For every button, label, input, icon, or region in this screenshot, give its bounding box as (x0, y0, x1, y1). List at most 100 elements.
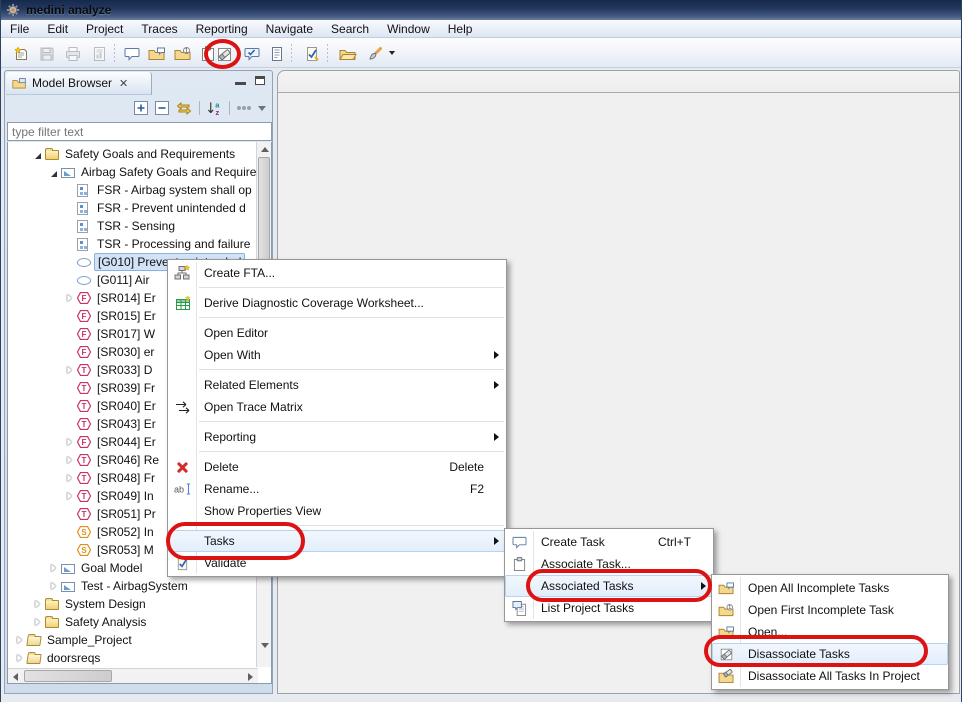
collapsed-arrow-icon[interactable] (30, 597, 45, 611)
application-window: medini analyze File Edit Project Traces … (0, 0, 962, 702)
tree-item[interactable]: Test - AirbagSystem (8, 577, 257, 595)
collapsed-arrow-icon[interactable] (62, 363, 77, 377)
menu-window[interactable]: Window (378, 21, 439, 37)
collapsed-arrow-icon[interactable] (62, 435, 77, 449)
expanded-arrow-icon[interactable] (30, 147, 45, 161)
project-folder-icon (26, 654, 41, 664)
main-toolbar: 1 (1, 38, 962, 68)
submenu-arrow-icon (701, 582, 706, 590)
save-button[interactable] (36, 43, 58, 65)
collapsed-arrow-icon[interactable] (30, 615, 45, 629)
menu-item-show-properties-view[interactable]: Show Properties View (168, 500, 506, 522)
toolbar-dropdown-icon[interactable] (389, 51, 395, 55)
open-first-task-folder-button[interactable]: 1 (172, 43, 194, 65)
menu-traces[interactable]: Traces (132, 21, 186, 37)
validate-button[interactable] (301, 43, 323, 65)
sort-alpha-icon[interactable]: a z (207, 101, 222, 116)
format-brush-button[interactable] (363, 43, 385, 65)
scroll-right-icon[interactable] (243, 669, 258, 684)
tree-item[interactable]: System Design (8, 595, 257, 613)
menu-item-open[interactable]: Open... (712, 621, 948, 643)
toolbar-separator (327, 44, 328, 62)
requirement-F-icon: F (77, 346, 91, 358)
menu-item-related-elements[interactable]: Related Elements (168, 374, 506, 396)
menu-item-validate[interactable]: Validate (168, 552, 506, 574)
svg-text:T: T (82, 456, 87, 465)
svg-text:T: T (82, 492, 87, 501)
maximize-view-icon[interactable] (255, 76, 265, 85)
associated-tasks-submenu: Open All Incomplete Tasks 1 Open First I… (711, 574, 949, 690)
print-button[interactable] (62, 43, 84, 65)
menu-item-tasks[interactable]: Tasks (168, 530, 506, 552)
menu-help[interactable]: Help (439, 21, 482, 37)
menu-item-open-editor[interactable]: Open Editor (168, 322, 506, 344)
scroll-left-icon[interactable] (8, 669, 23, 684)
diagram-icon (61, 168, 75, 178)
tree-item[interactable]: TSR - Sensing (8, 217, 257, 235)
tree-item[interactable]: FSR - Airbag system shall op (8, 181, 257, 199)
menu-item-disassociate-all-tasks[interactable]: Disassociate All Tasks In Project (712, 665, 948, 687)
expanded-arrow-icon[interactable] (46, 165, 61, 179)
report-button[interactable] (88, 43, 110, 65)
create-comment-button[interactable] (121, 43, 143, 65)
menu-item-derive-worksheet[interactable]: Derive Diagnostic Coverage Worksheet... (168, 292, 506, 314)
tree-horizontal-scrollbar[interactable] (8, 668, 258, 683)
open-task-folder-button[interactable] (146, 43, 168, 65)
collapsed-arrow-icon[interactable] (62, 471, 77, 485)
open-folder-button[interactable] (337, 43, 359, 65)
menu-item-rename[interactable]: ab Rename... F2 (168, 478, 506, 500)
collapsed-arrow-icon[interactable] (12, 633, 27, 647)
svg-text:T: T (82, 384, 87, 393)
tree-item[interactable]: Safety Analysis (8, 613, 257, 631)
menu-item-open-with[interactable]: Open With (168, 344, 506, 366)
collapsed-arrow-icon[interactable] (62, 291, 77, 305)
menu-item-create-fta[interactable]: Create FTA... (168, 262, 506, 284)
menu-item-delete[interactable]: Delete Delete (168, 456, 506, 478)
menu-reporting[interactable]: Reporting (187, 21, 257, 37)
task-list-button[interactable] (266, 43, 288, 65)
tree-item[interactable]: doorsreqs (8, 649, 257, 667)
task-eraser-button[interactable] (213, 43, 235, 65)
menu-item-open-trace-matrix[interactable]: Open Trace Matrix (168, 396, 506, 418)
collapsed-arrow-icon[interactable] (46, 579, 61, 593)
menu-file[interactable]: File (1, 21, 38, 37)
close-icon[interactable]: ✕ (119, 77, 128, 90)
task-feedback-button[interactable] (241, 43, 263, 65)
link-with-editor-icon[interactable] (176, 102, 192, 115)
tree-item[interactable]: FSR - Prevent unintended d (8, 199, 257, 217)
filter-input[interactable] (7, 122, 272, 141)
menu-item-create-task[interactable]: Create Task Ctrl+T (505, 531, 713, 553)
tree-item[interactable]: Safety Goals and Requirements (8, 145, 257, 163)
menu-item-open-first-incomplete-task[interactable]: 1 Open First Incomplete Task (712, 599, 948, 621)
scroll-down-icon[interactable] (257, 638, 272, 652)
view-menu-dropdown-icon[interactable] (258, 106, 266, 111)
collapsed-arrow-icon[interactable] (12, 651, 27, 665)
open-folder-icon (339, 47, 357, 61)
minimize-view-icon[interactable] (235, 76, 246, 85)
horizontal-scroll-thumb[interactable] (24, 670, 112, 682)
scroll-up-icon[interactable] (257, 142, 272, 156)
menu-item-open-all-incomplete-tasks[interactable]: Open All Incomplete Tasks (712, 577, 948, 599)
tree-item[interactable]: Sample_Project (8, 631, 257, 649)
view-menu-dots-icon[interactable] (237, 106, 251, 110)
menu-item-associated-tasks[interactable]: Associated Tasks (505, 575, 713, 597)
trace-matrix-icon (175, 400, 191, 415)
collapsed-arrow-icon[interactable] (62, 453, 77, 467)
tree-item[interactable]: TSR - Processing and failure (8, 235, 257, 253)
menu-search[interactable]: Search (322, 21, 378, 37)
menu-project[interactable]: Project (77, 21, 132, 37)
tree-item[interactable]: Airbag Safety Goals and Require (8, 163, 257, 181)
collapsed-arrow-icon[interactable] (62, 489, 77, 503)
collapse-all-icon[interactable] (155, 101, 169, 115)
menu-navigate[interactable]: Navigate (257, 21, 322, 37)
menu-item-associate-task[interactable]: Associate Task... (505, 553, 713, 575)
model-browser-tab[interactable]: Model Browser ✕ (6, 72, 152, 95)
menu-item-reporting[interactable]: Reporting (168, 426, 506, 448)
menu-edit[interactable]: Edit (38, 21, 77, 37)
menu-item-list-project-tasks[interactable]: List Project Tasks (505, 597, 713, 619)
collapsed-arrow-icon[interactable] (46, 561, 61, 575)
expand-all-icon[interactable] (134, 101, 148, 115)
bubble-check-icon (244, 47, 261, 62)
new-report-button[interactable] (10, 43, 32, 65)
menu-item-disassociate-tasks[interactable]: Disassociate Tasks (712, 643, 948, 665)
